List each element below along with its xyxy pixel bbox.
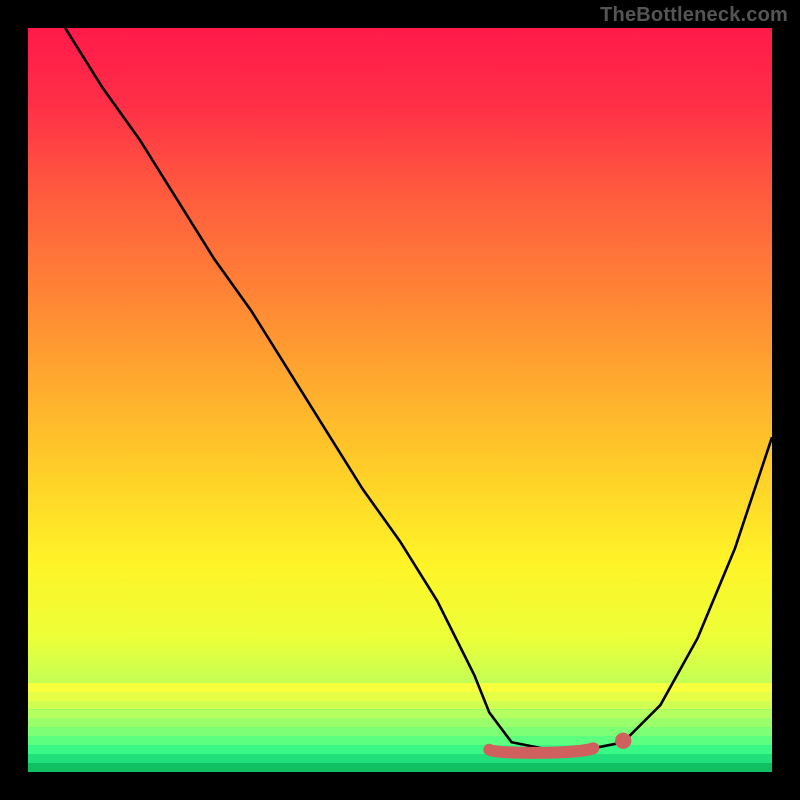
plot-area [28, 28, 772, 772]
optimal-marker-path [489, 748, 593, 753]
watermark-text: TheBottleneck.com [600, 4, 788, 27]
optimal-marker [28, 28, 772, 772]
chart-container: TheBottleneck.com [0, 0, 800, 800]
optimal-marker-dot [615, 733, 631, 749]
